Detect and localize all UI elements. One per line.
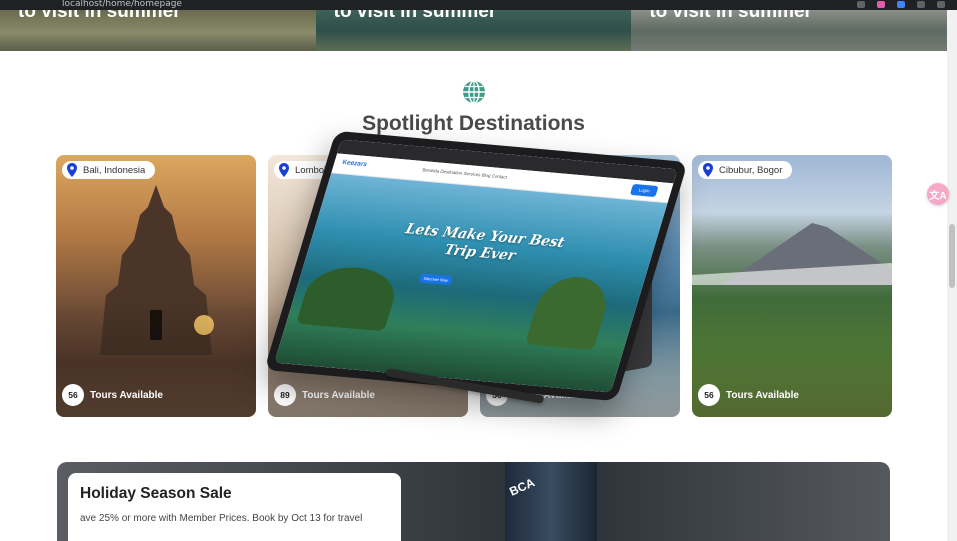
tours-info: 56 Tours Available <box>698 384 799 406</box>
browser-toolbar: localhost/home/homepage <box>0 0 957 10</box>
address-bar[interactable]: localhost/home/homepage <box>62 0 182 9</box>
tablet-mockup: Keezars Beranda Destination Services Blo… <box>264 130 688 402</box>
location-pin-icon <box>279 163 289 177</box>
mini-login-button: Login <box>629 183 659 198</box>
island-shape <box>296 263 403 332</box>
mini-cta-button: Discover Now <box>418 273 453 286</box>
globe-icon <box>463 80 485 104</box>
tour-count-badge: 56 <box>62 384 84 406</box>
translate-label: 文A <box>929 190 947 202</box>
extension-icon[interactable] <box>897 1 905 8</box>
tablet-screen: Keezars Beranda Destination Services Blo… <box>274 139 678 393</box>
hero-cards: to visit in summer to visit in summer to… <box>0 10 948 51</box>
building-image: BCA <box>505 462 597 541</box>
tours-info: 89 Tours Available <box>274 384 375 406</box>
scrollbar-thumb[interactable] <box>949 224 955 288</box>
sale-card: Holiday Season Sale ave 25% or more with… <box>68 473 401 541</box>
tour-count-badge: 89 <box>274 384 296 406</box>
mini-nav-links: Beranda Destination Services Blog Contac… <box>421 167 508 180</box>
extension-icon[interactable] <box>877 1 885 8</box>
hero-card-title: to visit in summer <box>333 10 497 22</box>
location-badge: Cibubur, Bogor <box>698 161 793 179</box>
sale-description: ave 25% or more with Member Prices. Book… <box>80 513 363 524</box>
browser-icons <box>857 1 945 8</box>
image-overlay <box>56 155 256 417</box>
destination-card[interactable]: Bali, Indonesia 56 Tours Available <box>56 155 256 417</box>
sale-title: Holiday Season Sale <box>80 485 232 502</box>
mini-logo: Keezars <box>341 159 368 169</box>
hero-card-title: to visit in summer <box>649 10 812 22</box>
hero-card[interactable]: to visit in summer <box>631 10 948 51</box>
tower-logo: BCA <box>507 475 537 499</box>
location-pin-icon <box>67 163 77 177</box>
island-shape <box>524 274 615 351</box>
location-badge: Bali, Indonesia <box>62 161 156 179</box>
hero-card[interactable]: to visit in summer <box>0 10 316 51</box>
extension-icon[interactable] <box>857 1 865 8</box>
tablet-frame: Keezars Beranda Destination Services Blo… <box>264 130 688 402</box>
destination-card[interactable]: Cibubur, Bogor 56 Tours Available <box>692 155 892 417</box>
tours-info: 56 Tours Available <box>62 384 163 406</box>
section-title: Spotlight Destinations <box>362 112 585 135</box>
location-pin-icon <box>703 163 713 177</box>
holiday-banner[interactable]: BCA Holiday Season Sale ave 25% or more … <box>57 462 890 541</box>
menu-icon[interactable] <box>937 1 945 8</box>
mini-hero: Lets Make Your Best Trip Ever Discover N… <box>274 173 668 393</box>
tour-count-badge: 56 <box>698 384 720 406</box>
location-label: Bali, Indonesia <box>83 164 146 176</box>
translate-icon[interactable]: 文A <box>927 183 949 205</box>
tours-available-label: Tours Available <box>302 389 375 401</box>
hero-card-title: to visit in summer <box>18 10 181 22</box>
tours-available-label: Tours Available <box>726 389 799 401</box>
tours-available-label: Tours Available <box>90 389 163 401</box>
profile-icon[interactable] <box>917 1 925 8</box>
page-scrollbar[interactable] <box>947 10 957 541</box>
image-overlay <box>692 155 892 417</box>
location-label: Cibubur, Bogor <box>719 164 783 176</box>
hero-card[interactable]: to visit in summer <box>315 10 632 51</box>
